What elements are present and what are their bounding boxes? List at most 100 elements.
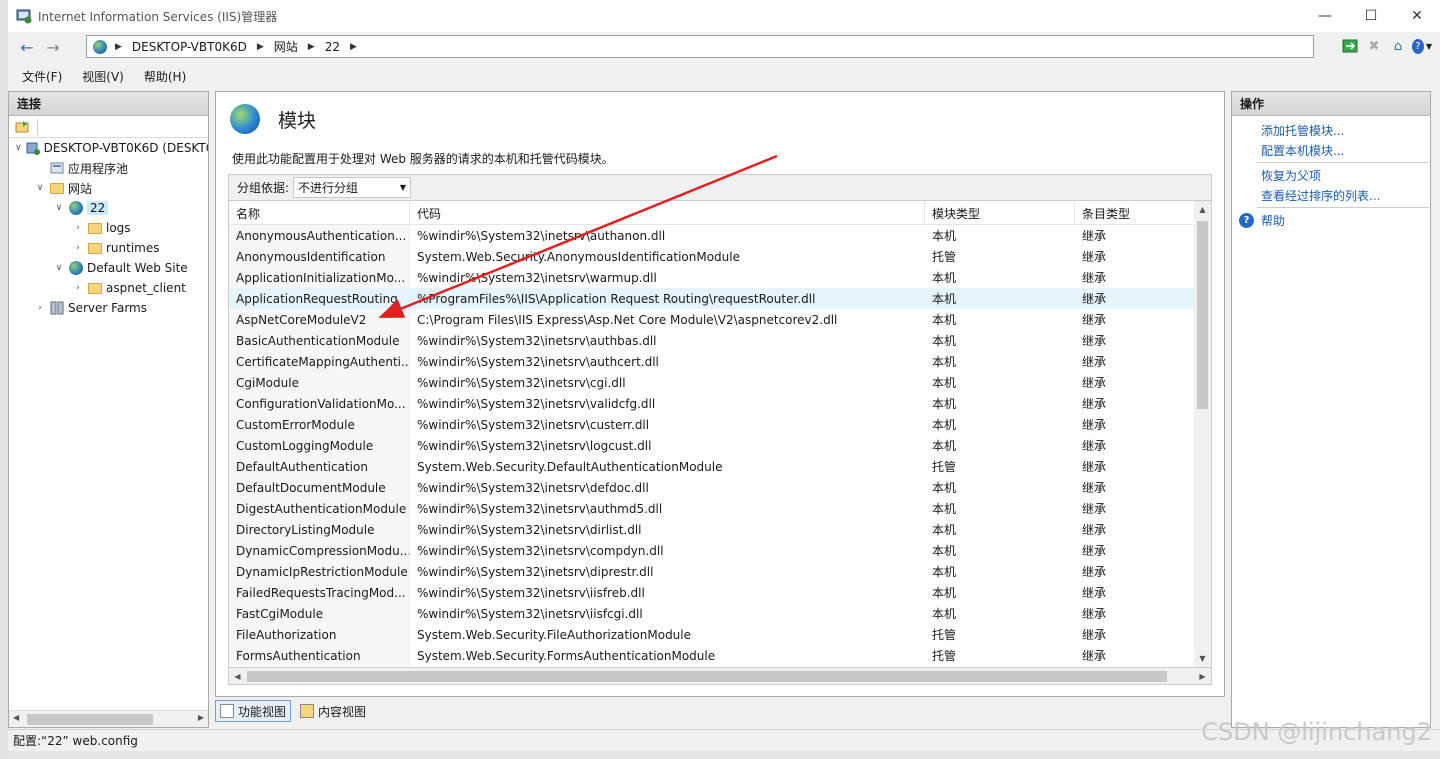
group-by-row: 分组依据: 不进行分组 ▼: [228, 174, 1212, 200]
table-row[interactable]: DynamicIpRestrictionModule %windir%\Syste…: [229, 561, 1211, 582]
menu-view[interactable]: 视图(V): [82, 68, 124, 85]
table-row[interactable]: DigestAuthenticationModule %windir%\Syste…: [229, 498, 1211, 519]
help-dropdown-icon[interactable]: ? ▼: [1412, 36, 1432, 56]
tree-item[interactable]: › Server Farms: [9, 298, 208, 318]
cell-code: %windir%\System32\inetsrv\defdoc.dll: [417, 480, 649, 495]
help-icon: ?: [1239, 212, 1254, 228]
connections-tree: ∨ DESKTOP-VBT0K6D (DESKTOP 应用程序池 ∨ 网站 ∨ 22 › log…: [9, 138, 208, 318]
action-add-managed-module[interactable]: 添加托管模块...: [1232, 120, 1430, 140]
tree-item[interactable]: ∨ 22: [9, 198, 208, 218]
cell-code: %windir%\System32\inetsrv\cgi.dll: [417, 375, 626, 390]
action-help[interactable]: ? 帮助: [1232, 210, 1430, 230]
action-revert-to-parent[interactable]: 恢复为父项: [1232, 165, 1430, 185]
cell-code: %windir%\System32\inetsrv\iisfreb.dll: [417, 585, 645, 600]
tab-features-view[interactable]: 功能视图: [215, 700, 292, 722]
cell-name: AspNetCoreModuleV2: [229, 309, 410, 330]
connect-icon[interactable]: [13, 117, 33, 137]
tree-item[interactable]: › logs: [9, 218, 208, 238]
minimize-button[interactable]: —: [1302, 0, 1348, 32]
collapsed-chevron-icon[interactable]: ›: [72, 283, 84, 293]
tree-item[interactable]: ∨ 网站: [9, 178, 208, 198]
table-row[interactable]: DefaultAuthentication System.Web.Security…: [229, 456, 1211, 477]
table-row[interactable]: DirectoryListingModule %windir%\System32\…: [229, 519, 1211, 540]
cell-module-type: 本机: [932, 376, 957, 390]
forward-button[interactable]: →: [40, 36, 66, 58]
scrollbar-thumb[interactable]: [1197, 221, 1208, 409]
collapsed-chevron-icon[interactable]: ›: [72, 243, 84, 253]
column-header-code[interactable]: 代码: [410, 201, 925, 225]
cell-module-type: 本机: [932, 355, 957, 369]
breadcrumb-site[interactable]: 22: [325, 40, 340, 54]
list-horizontal-scrollbar[interactable]: ◀ ▶: [228, 668, 1212, 685]
table-row[interactable]: AnonymousIdentification System.Web.Securi…: [229, 246, 1211, 267]
actions-panel: 操作 添加托管模块... 配置本机模块... 恢复为父项 查看经过排序的列表..…: [1231, 91, 1431, 728]
breadcrumb-server[interactable]: DESKTOP-VBT0K6D: [132, 40, 247, 54]
scroll-left-icon[interactable]: ◀: [229, 668, 246, 684]
scroll-left-icon[interactable]: ◀: [13, 713, 19, 722]
scrollbar-thumb[interactable]: [247, 671, 1167, 682]
scroll-down-icon[interactable]: ▼: [1194, 650, 1211, 667]
table-row[interactable]: AspNetCoreModuleV2 C:\Program Files\IIS E…: [229, 309, 1211, 330]
stop-icon[interactable]: ✖: [1364, 36, 1384, 56]
column-header-entry-type[interactable]: 条目类型: [1075, 201, 1197, 225]
breadcrumb-sites[interactable]: 网站: [274, 38, 298, 55]
menu-help[interactable]: 帮助(H): [144, 68, 186, 85]
tree-item[interactable]: ∨ DESKTOP-VBT0K6D (DESKTOP: [9, 138, 208, 158]
back-button[interactable]: ←: [14, 36, 40, 58]
cell-name: CertificateMappingAuthenti...: [229, 351, 410, 372]
scroll-right-icon[interactable]: ▶: [1194, 668, 1211, 684]
cell-module-type: 本机: [932, 271, 957, 285]
collapsed-chevron-icon[interactable]: ›: [34, 303, 46, 313]
table-row[interactable]: DynamicCompressionModu... %windir%\System…: [229, 540, 1211, 561]
table-row[interactable]: CustomLoggingModule %windir%\System32\ine…: [229, 435, 1211, 456]
column-header-module-type[interactable]: 模块类型: [925, 201, 1075, 225]
table-row[interactable]: ConfigurationValidationMo... %windir%\Sys…: [229, 393, 1211, 414]
refresh-icon[interactable]: [1340, 36, 1360, 56]
cell-entry-type: 继承: [1082, 334, 1107, 348]
connections-horizontal-scrollbar[interactable]: ◀ ▶: [9, 710, 208, 727]
table-row[interactable]: CustomErrorModule %windir%\System32\inets…: [229, 414, 1211, 435]
cell-entry-type: 继承: [1082, 229, 1107, 243]
list-vertical-scrollbar[interactable]: ▲ ▼: [1194, 201, 1211, 667]
table-row[interactable]: BasicAuthenticationModule %windir%\System…: [229, 330, 1211, 351]
table-row[interactable]: CertificateMappingAuthenti... %windir%\Sy…: [229, 351, 1211, 372]
address-breadcrumb[interactable]: ▶ DESKTOP-VBT0K6D ▶ 网站 ▶ 22 ▶: [86, 35, 1314, 58]
expand-chevron-icon[interactable]: ∨: [53, 263, 65, 273]
scroll-right-icon[interactable]: ▶: [198, 713, 204, 722]
menu-file[interactable]: 文件(F): [22, 68, 62, 85]
table-row[interactable]: CgiModule %windir%\System32\inetsrv\cgi.d…: [229, 372, 1211, 393]
cell-name: DefaultAuthentication: [229, 456, 410, 477]
cell-code: %windir%\System32\inetsrv\warmup.dll: [417, 270, 657, 285]
action-view-ordered-list[interactable]: 查看经过排序的列表...: [1232, 185, 1430, 205]
home-icon[interactable]: ⌂: [1388, 36, 1408, 56]
cell-code: %ProgramFiles%\IIS\Application Request R…: [410, 288, 925, 309]
table-row[interactable]: ApplicationRequestRouting %ProgramFiles%\…: [229, 288, 1211, 309]
action-configure-native-modules[interactable]: 配置本机模块...: [1232, 140, 1430, 160]
expand-chevron-icon[interactable]: ∨: [53, 203, 65, 213]
chevron-down-icon: ▼: [399, 183, 407, 192]
tree-item[interactable]: › runtimes: [9, 238, 208, 258]
close-button[interactable]: ✕: [1394, 0, 1440, 32]
expand-chevron-icon[interactable]: ∨: [34, 183, 46, 193]
table-row[interactable]: ApplicationInitializationMo... %windir%\S…: [229, 267, 1211, 288]
expand-chevron-icon[interactable]: ∨: [15, 143, 22, 153]
tree-item[interactable]: 应用程序池: [9, 158, 208, 178]
table-row[interactable]: DefaultDocumentModule %windir%\System32\i…: [229, 477, 1211, 498]
navigation-bar: ← → ▶ DESKTOP-VBT0K6D ▶ 网站 ▶ 22 ▶ ✖ ⌂ ? ▼: [8, 32, 1440, 62]
tab-content-view[interactable]: 内容视图: [295, 700, 371, 722]
table-row[interactable]: AnonymousAuthentication... %windir%\Syste…: [229, 225, 1211, 246]
cell-name: BasicAuthenticationModule: [229, 330, 410, 351]
column-header-name[interactable]: 名称 ˆ: [229, 201, 410, 225]
table-row[interactable]: FailedRequestsTracingMod... %windir%\Syst…: [229, 582, 1211, 603]
actions-divider: [1257, 207, 1429, 208]
scroll-up-icon[interactable]: ▲: [1194, 201, 1211, 218]
tree-item[interactable]: › aspnet_client: [9, 278, 208, 298]
group-by-select[interactable]: 不进行分组 ▼: [293, 177, 412, 198]
scrollbar-thumb[interactable]: [27, 714, 153, 725]
table-row[interactable]: FastCgiModule %windir%\System32\inetsrv\i…: [229, 603, 1211, 624]
table-row[interactable]: FileAuthorization System.Web.Security.Fil…: [229, 624, 1211, 645]
maximize-button[interactable]: ☐: [1348, 0, 1394, 32]
collapsed-chevron-icon[interactable]: ›: [72, 223, 84, 233]
tree-item[interactable]: ∨ Default Web Site: [9, 258, 208, 278]
table-row[interactable]: FormsAuthentication System.Web.Security.F…: [229, 645, 1211, 666]
